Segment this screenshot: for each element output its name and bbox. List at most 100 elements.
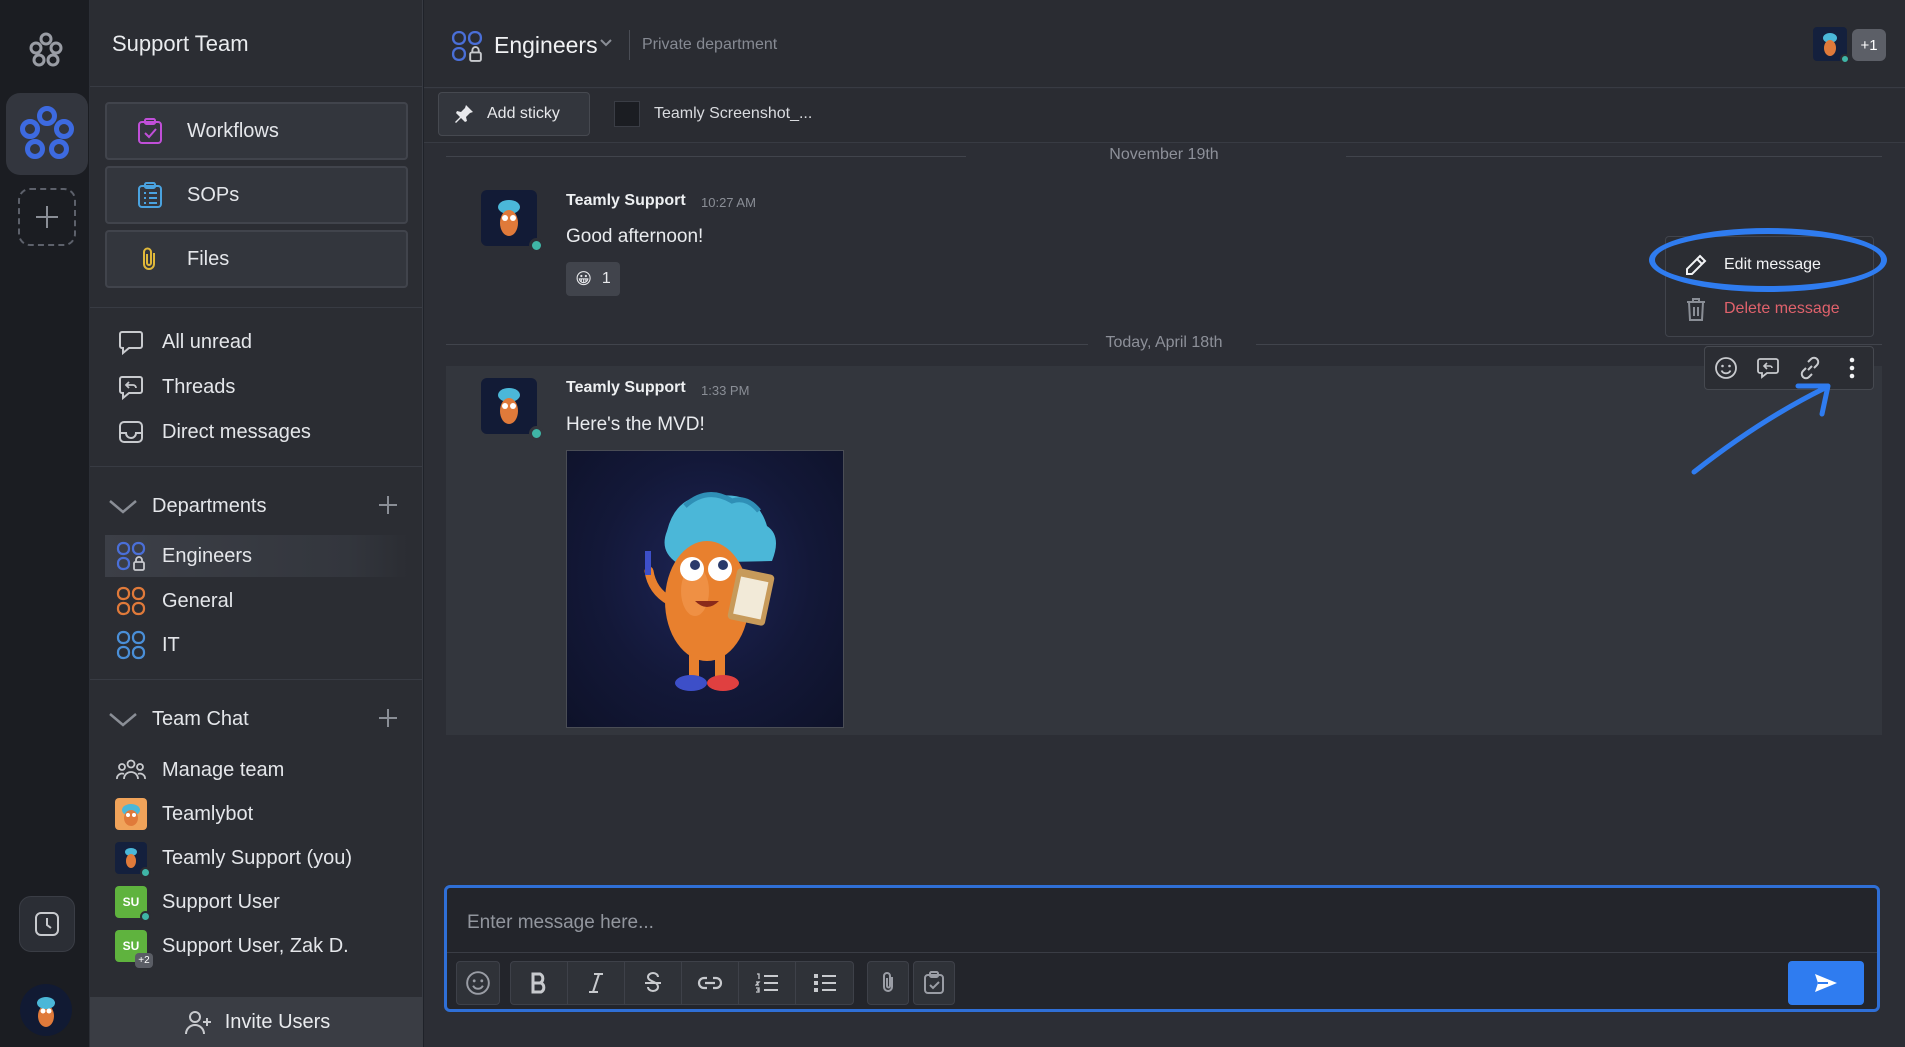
reply-icon <box>1757 358 1779 379</box>
add-chat-icon[interactable] <box>377 707 399 729</box>
message-input[interactable] <box>467 908 1847 938</box>
teamly-logo-icon[interactable] <box>26 30 66 70</box>
divider <box>90 466 423 467</box>
departments-title: Departments <box>152 494 267 517</box>
link-icon <box>1800 356 1820 380</box>
channel-name[interactable]: Engineers <box>494 32 598 59</box>
add-sticky-button[interactable]: Add sticky <box>438 92 590 136</box>
manage-team[interactable]: Manage team <box>105 749 408 791</box>
copy-link-button[interactable] <box>1789 347 1831 389</box>
paperclip-icon <box>135 244 165 274</box>
emoji-button[interactable] <box>457 962 499 1004</box>
ordered-list-button[interactable] <box>739 962 796 1004</box>
chevron-down-icon <box>109 713 137 727</box>
inbox-tray-icon <box>115 416 147 448</box>
attach-file-button[interactable] <box>868 962 908 1004</box>
add-reaction-button[interactable] <box>1705 347 1747 389</box>
italic-icon <box>589 973 603 993</box>
chat-teamlybot[interactable]: Teamlybot <box>105 793 408 835</box>
reaction-chip[interactable]: 😀 1 <box>566 262 620 296</box>
chevron-down-icon <box>109 500 137 514</box>
chat-group-support-user-zak[interactable]: SU +2 Support User, Zak D. <box>105 925 408 968</box>
reply-thread-button[interactable] <box>1747 347 1789 389</box>
department-label: IT <box>162 633 180 656</box>
bold-button[interactable] <box>511 962 568 1004</box>
bullet-list-icon <box>813 974 836 992</box>
link-button[interactable] <box>682 962 739 1004</box>
invite-users-button[interactable]: Invite Users <box>90 997 423 1047</box>
department-it[interactable]: IT <box>105 624 408 666</box>
team-icon <box>115 754 147 786</box>
team-name[interactable]: Support Team <box>112 31 249 57</box>
message-body: Here's the MVD! <box>566 414 705 435</box>
more-options-button[interactable] <box>1831 347 1873 389</box>
online-indicator <box>1840 54 1850 64</box>
more-members-button[interactable]: +1 <box>1852 29 1886 61</box>
chat-teamly-support[interactable]: Teamly Support (you) <box>105 837 408 879</box>
create-task-button[interactable] <box>914 962 954 1004</box>
file-name: Teamly Screenshot_... <box>654 105 813 122</box>
reaction-count: 1 <box>601 270 611 287</box>
nav-threads[interactable]: Threads <box>105 366 408 408</box>
online-indicator <box>529 238 544 253</box>
italic-button[interactable] <box>568 962 625 1004</box>
sops-button[interactable]: SOPs <box>105 166 408 224</box>
department-general[interactable]: General <box>105 580 408 622</box>
team-chat-header[interactable]: Team Chat <box>100 701 413 737</box>
date-label: November 19th <box>1109 146 1219 163</box>
author-avatar[interactable] <box>481 190 544 253</box>
delete-message-item[interactable]: Delete message <box>1666 287 1875 331</box>
image-attachment[interactable] <box>566 450 844 728</box>
author-avatar[interactable] <box>481 378 544 441</box>
chevron-down-icon[interactable] <box>599 38 613 48</box>
strikethrough-button[interactable] <box>625 962 682 1004</box>
add-workspace-button[interactable] <box>18 188 76 246</box>
pinned-file[interactable]: Teamly Screenshot_... <box>614 99 812 129</box>
date-separator: Today, April 18th <box>446 334 1882 354</box>
date-separator: November 19th <box>446 146 1882 166</box>
message-composer <box>444 885 1880 1012</box>
nav-all-unread[interactable]: All unread <box>105 321 408 363</box>
bullet-list-button[interactable] <box>796 962 853 1004</box>
department-icon <box>115 585 147 617</box>
online-indicator <box>529 426 544 441</box>
nav-direct-messages[interactable]: Direct messages <box>105 411 408 453</box>
author-name[interactable]: Teamly Support <box>566 379 686 397</box>
more-vertical-icon <box>1849 357 1855 379</box>
chat-support-user[interactable]: SU Support User <box>105 881 408 923</box>
grinning-emoji-icon: 😀 <box>575 271 592 288</box>
workspace-rail <box>0 0 90 1047</box>
message[interactable]: Teamly Support 1:33 PM Here's the MVD! <box>446 366 1882 735</box>
strikethrough-icon <box>645 972 661 992</box>
sops-label: SOPs <box>187 183 240 206</box>
workflows-label: Workflows <box>187 119 279 142</box>
message-time: 1:33 PM <box>701 383 750 398</box>
attachment-group <box>867 961 909 1005</box>
team-chat-title: Team Chat <box>152 707 249 730</box>
clock-icon <box>35 912 59 936</box>
bold-icon <box>531 972 546 994</box>
divider <box>629 30 630 60</box>
current-user-avatar[interactable] <box>20 984 72 1036</box>
trash-icon <box>1684 296 1708 322</box>
add-department-icon[interactable] <box>377 494 399 516</box>
workflows-button[interactable]: Workflows <box>105 102 408 160</box>
chat-label: Support User, Zak D. <box>162 934 349 957</box>
workspace-support-team[interactable] <box>6 93 88 175</box>
department-engineers[interactable]: Engineers <box>105 535 408 577</box>
departments-header[interactable]: Departments <box>100 488 413 524</box>
paperclip-icon <box>883 972 893 992</box>
send-button[interactable] <box>1788 961 1864 1005</box>
app-window: Support Team Workflows SOPs Files All un… <box>0 0 1905 1047</box>
files-button[interactable]: Files <box>105 230 408 288</box>
divider <box>90 86 423 87</box>
online-indicator <box>140 911 151 922</box>
chat-label: Manage team <box>162 758 285 781</box>
member-avatar[interactable] <box>1813 27 1850 64</box>
edit-message-label: Edit message <box>1724 256 1821 273</box>
edit-message-item[interactable]: Edit message <box>1666 243 1875 287</box>
delete-message-label: Delete message <box>1724 300 1840 317</box>
author-name[interactable]: Teamly Support <box>566 192 686 210</box>
ordered-list-icon <box>755 973 778 993</box>
history-button[interactable] <box>19 896 75 952</box>
